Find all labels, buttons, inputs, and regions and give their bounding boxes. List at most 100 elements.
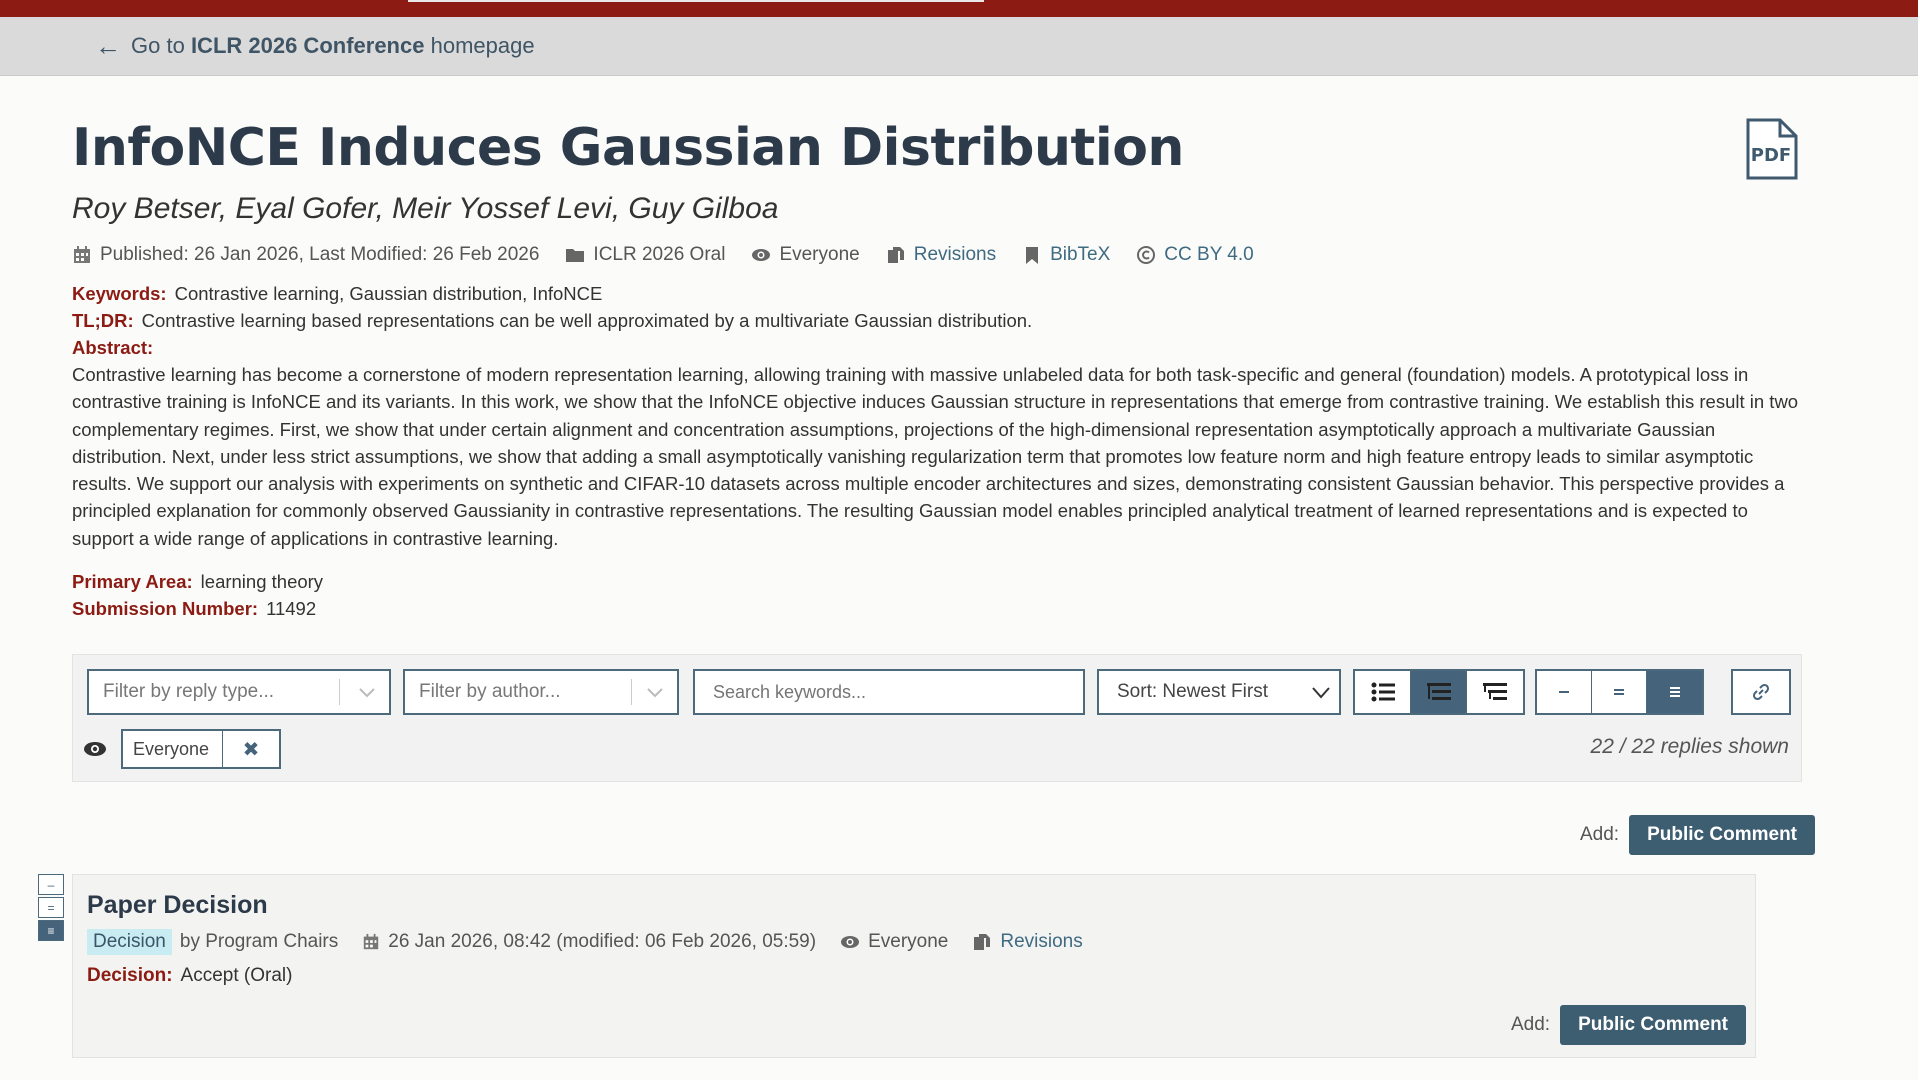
filter-panel: Filter by reply type... Filter by author… xyxy=(72,654,1802,782)
note-expand-button[interactable]: ≡ xyxy=(38,920,64,941)
reply-type-placeholder: Filter by reply type... xyxy=(103,681,275,702)
venue-bar: ← Go to ICLR 2026 Conference homepage xyxy=(0,17,1918,76)
note-meta: Decision by Program Chairs 26 Jan 2026, … xyxy=(87,929,1083,955)
tldr-label: TL;DR: xyxy=(72,310,134,331)
sort-select[interactable]: Sort: Newest First xyxy=(1097,669,1341,715)
paper-title: InfoNCE Induces Gaussian Distribution xyxy=(72,118,1184,178)
primary-area-label: Primary Area: xyxy=(72,571,193,592)
collapse-level-group xyxy=(1535,669,1704,715)
sort-value: Sort: Newest First xyxy=(1117,681,1268,702)
eye-icon xyxy=(752,249,771,261)
tldr-field: TL;DR: Contrastive learning based represe… xyxy=(72,310,1032,332)
double-dash-icon xyxy=(1614,689,1624,695)
pdf-icon[interactable]: PDF xyxy=(1742,118,1800,182)
submission-number-label: Submission Number: xyxy=(72,598,259,619)
invitation-badge: Decision xyxy=(87,929,172,955)
threaded-icon xyxy=(1426,683,1451,700)
keywords-field: Keywords: Contrastive learning, Gaussian … xyxy=(72,283,602,305)
note-add-label: Add: xyxy=(1511,1014,1551,1035)
author-filter[interactable]: Filter by author... xyxy=(403,669,679,715)
meta-venue: ICLR 2026 Oral xyxy=(565,244,725,266)
note-add-comment-row: Add: Public Comment xyxy=(1511,1005,1746,1045)
note-collapse-button[interactable]: – xyxy=(38,874,64,895)
link-icon xyxy=(1752,683,1770,701)
add-label: Add: xyxy=(1580,824,1620,845)
license-link[interactable]: CC BY 4.0 xyxy=(1164,244,1253,266)
triple-dash-icon xyxy=(1669,687,1680,697)
arrow-left-icon: ← xyxy=(95,31,121,61)
calendar-icon xyxy=(74,246,90,263)
copy-link-button[interactable] xyxy=(1731,669,1791,715)
paper-meta: Published: 26 Jan 2026, Last Modified: 2… xyxy=(72,244,1254,266)
search-strip[interactable] xyxy=(408,0,984,2)
venue-link-text: Go to ICLR 2026 Conference homepage xyxy=(131,33,535,58)
keyword-search-input[interactable] xyxy=(693,669,1085,715)
note-public-comment-button[interactable]: Public Comment xyxy=(1560,1005,1746,1045)
view-mode-group xyxy=(1353,669,1525,715)
nested-view-button[interactable] xyxy=(1467,671,1523,713)
keywords-label: Keywords: xyxy=(72,283,167,304)
meta-bibtex[interactable]: BibTeX xyxy=(1022,244,1110,266)
note-date: 26 Jan 2026, 08:42 (modified: 06 Feb 202… xyxy=(362,931,816,953)
collapse-level-1-button[interactable] xyxy=(1537,671,1592,713)
note-title[interactable]: Paper Decision xyxy=(87,891,268,920)
revisions-link[interactable]: Revisions xyxy=(914,244,996,266)
svg-text:PDF: PDF xyxy=(1751,145,1791,166)
revisions-icon xyxy=(974,934,991,950)
calendar-icon xyxy=(364,933,379,950)
meta-revisions[interactable]: Revisions xyxy=(886,244,996,266)
eye-icon xyxy=(84,742,106,756)
replies-count: 22 / 22 replies shown xyxy=(1590,735,1789,758)
meta-license[interactable]: CC BY 4.0 xyxy=(1136,244,1254,266)
chevron-down-icon[interactable] xyxy=(645,686,665,700)
dash-icon xyxy=(1559,691,1569,693)
note-revisions-link[interactable]: Revisions xyxy=(1000,931,1082,953)
chevron-down-icon[interactable] xyxy=(357,686,377,700)
collapse-level-2-button[interactable] xyxy=(1592,671,1647,713)
note-partial-button[interactable]: = xyxy=(38,897,64,918)
meta-dates: Published: 26 Jan 2026, Last Modified: 2… xyxy=(72,244,539,266)
readers-filter-chip: Everyone ✖ xyxy=(121,729,281,769)
select-separator xyxy=(631,679,632,705)
meta-readers-text: Everyone xyxy=(779,244,860,265)
submission-number-value: 11492 xyxy=(266,598,317,619)
note-date-text: 26 Jan 2026, 08:42 (modified: 06 Feb 202… xyxy=(388,931,817,952)
abstract-label: Abstract: xyxy=(72,337,154,358)
readers-chip-label: Everyone xyxy=(123,731,223,767)
primary-area-field: Primary Area: learning theory xyxy=(72,571,323,593)
select-separator xyxy=(339,679,340,705)
linear-view-button[interactable] xyxy=(1355,671,1411,713)
meta-dates-text: Published: 26 Jan 2026, Last Modified: 2… xyxy=(100,244,540,265)
copyright-icon xyxy=(1137,246,1156,264)
decision-label: Decision: xyxy=(87,965,173,986)
threaded-view-button[interactable] xyxy=(1411,671,1467,713)
venue-homepage-link[interactable]: ← Go to ICLR 2026 Conference homepage xyxy=(95,33,535,59)
eye-icon xyxy=(841,936,860,948)
decision-field: Decision: Accept (Oral) xyxy=(87,965,292,987)
author-placeholder: Filter by author... xyxy=(419,681,561,702)
note-revisions[interactable]: Revisions xyxy=(972,931,1083,953)
close-icon[interactable]: ✖ xyxy=(223,731,279,767)
note-readers: Everyone xyxy=(840,931,948,953)
collapse-level-3-button[interactable] xyxy=(1647,671,1702,713)
revisions-icon xyxy=(887,247,904,263)
abstract-text: Contrastive learning has become a corner… xyxy=(72,364,1799,549)
abstract-label-row: Abstract: xyxy=(72,337,161,359)
bibtex-link[interactable]: BibTeX xyxy=(1050,244,1110,266)
public-comment-button[interactable]: Public Comment xyxy=(1629,815,1815,855)
nested-icon xyxy=(1483,683,1507,700)
reply-type-filter[interactable]: Filter by reply type... xyxy=(87,669,391,715)
note-signature: by Program Chairs xyxy=(179,931,339,952)
list-icon xyxy=(1371,682,1395,702)
submission-number-field: Submission Number: 11492 xyxy=(72,598,316,620)
decision-by: Decision by Program Chairs xyxy=(87,929,338,955)
tldr-value: Contrastive learning based representatio… xyxy=(141,310,1033,331)
add-comment-row: Add: Public Comment xyxy=(1580,815,1815,855)
chevron-down-icon[interactable] xyxy=(1311,686,1331,700)
meta-venue-text: ICLR 2026 Oral xyxy=(593,244,726,265)
paper-authors[interactable]: Roy Betser, Eyal Gofer, Meir Yossef Levi… xyxy=(72,192,778,226)
meta-readers: Everyone xyxy=(751,244,860,266)
top-nav-bar xyxy=(0,0,1920,17)
folder-icon xyxy=(566,249,585,262)
keywords-value: Contrastive learning, Gaussian distribut… xyxy=(174,283,603,304)
